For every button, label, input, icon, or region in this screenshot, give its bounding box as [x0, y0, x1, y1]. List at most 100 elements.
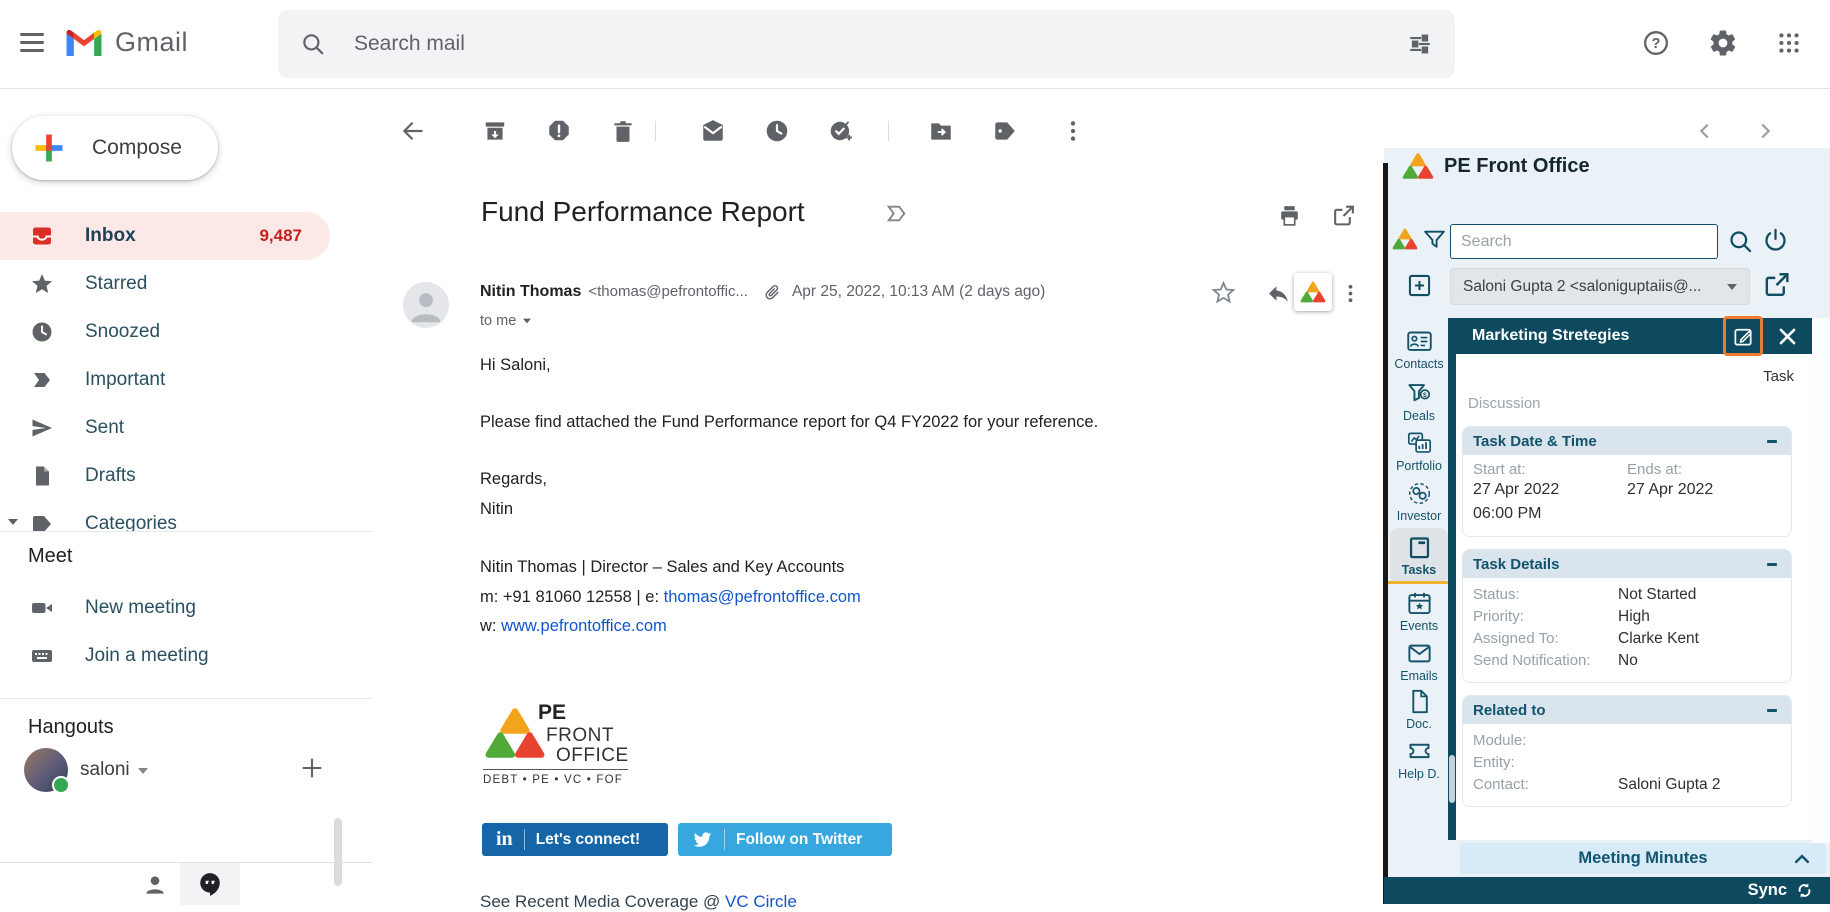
- older-email-icon[interactable]: [1754, 120, 1776, 142]
- sidebar-item-starred[interactable]: Starred: [0, 260, 330, 308]
- nav-item-events[interactable]: Events: [1388, 590, 1450, 633]
- signature-email-link[interactable]: thomas@pefrontoffice.com: [664, 588, 861, 606]
- nav-label: Contacts: [1388, 357, 1450, 371]
- nav-item-deals[interactable]: $ Deals: [1388, 380, 1450, 423]
- contact-selector[interactable]: Saloni Gupta 2 <saloniguptaiis@...: [1450, 268, 1750, 305]
- footer-link[interactable]: VC Circle: [725, 892, 797, 911]
- star-toggle-icon[interactable]: [1210, 279, 1237, 306]
- filter-icon[interactable]: [1422, 227, 1447, 252]
- pe-logo-small-icon[interactable]: [1392, 226, 1418, 252]
- sender-avatar[interactable]: [403, 282, 449, 328]
- card-title: Related to: [1473, 702, 1767, 719]
- mark-unread-icon[interactable]: [700, 118, 726, 144]
- sidebar-item-new-meeting[interactable]: New meeting: [0, 584, 330, 632]
- newer-email-icon[interactable]: [1694, 120, 1716, 142]
- delete-icon[interactable]: [610, 118, 636, 144]
- extension-search-input[interactable]: [1450, 224, 1718, 259]
- sidebar-item-important[interactable]: Important: [0, 356, 330, 404]
- apps-grid-button[interactable]: [1776, 30, 1802, 56]
- recipient-label: to me: [480, 313, 516, 329]
- nav-item-investor[interactable]: Investor: [1388, 480, 1450, 523]
- add-to-tasks-icon[interactable]: [828, 118, 854, 144]
- report-spam-icon[interactable]: [546, 118, 572, 144]
- compose-button[interactable]: Compose: [12, 116, 218, 180]
- sidebar-item-drafts[interactable]: Drafts: [0, 452, 330, 500]
- settings-button[interactable]: [1708, 28, 1738, 58]
- label-important-icon[interactable]: [884, 201, 909, 226]
- collapse-icon[interactable]: [1767, 440, 1777, 443]
- signature-web-link[interactable]: www.pefrontoffice.com: [501, 617, 667, 635]
- document-icon: [1406, 688, 1433, 715]
- panel-scrollbar-track[interactable]: [1812, 318, 1830, 843]
- recipient-row[interactable]: to me: [480, 313, 532, 329]
- portfolio-icon: [1406, 430, 1433, 457]
- panel-scrollbar-thumb[interactable]: [1449, 755, 1455, 803]
- back-arrow-icon[interactable]: [400, 118, 426, 144]
- search-bar[interactable]: [278, 10, 1455, 78]
- nav-item-contacts[interactable]: Contacts: [1388, 328, 1450, 371]
- hamburger-menu-icon[interactable]: [20, 33, 44, 52]
- collapse-icon[interactable]: [1767, 709, 1777, 712]
- edit-pencil-icon: [1732, 325, 1755, 348]
- nav-item-documents[interactable]: Doc.: [1388, 688, 1450, 731]
- card-header[interactable]: Task Date & Time: [1463, 427, 1791, 455]
- hangouts-user-name[interactable]: saloni: [80, 759, 130, 781]
- power-logout-icon[interactable]: [1762, 227, 1789, 254]
- sidebar-item-sent[interactable]: Sent: [0, 404, 330, 452]
- draft-icon: [30, 464, 54, 488]
- button-divider: [724, 829, 725, 850]
- sidebar-item-snoozed[interactable]: Snoozed: [0, 308, 330, 356]
- move-to-folder-icon[interactable]: [928, 118, 954, 144]
- edit-task-button-highlighted[interactable]: [1723, 316, 1763, 356]
- sync-icon[interactable]: [1795, 881, 1814, 900]
- linkedin-label: Let's connect!: [536, 831, 654, 849]
- search-input[interactable]: [352, 31, 1407, 57]
- snooze-icon[interactable]: [764, 118, 790, 144]
- sync-bar: Sync: [1384, 877, 1830, 904]
- collapse-icon[interactable]: [1767, 563, 1777, 566]
- sidebar-scrollbar[interactable]: [334, 818, 342, 886]
- print-icon[interactable]: [1277, 203, 1302, 228]
- close-panel-icon[interactable]: [1777, 326, 1798, 347]
- sidebar-divider: [0, 698, 372, 699]
- new-conversation-plus-icon[interactable]: [298, 754, 326, 782]
- sidebar-item-join-meeting[interactable]: Join a meeting: [0, 632, 330, 680]
- more-options-icon[interactable]: [1060, 118, 1086, 144]
- send-icon: [30, 416, 54, 440]
- selector-caret-icon: [1727, 284, 1737, 290]
- open-in-app-icon[interactable]: [1762, 270, 1791, 299]
- hangouts-user-caret-icon[interactable]: [138, 768, 148, 774]
- pe-front-office-addon-button[interactable]: [1294, 273, 1332, 311]
- hangouts-toggle[interactable]: [180, 863, 240, 905]
- open-in-new-icon[interactable]: [1331, 203, 1356, 228]
- add-record-icon[interactable]: [1406, 272, 1433, 299]
- reply-icon[interactable]: [1266, 281, 1291, 306]
- deals-icon: $: [1406, 380, 1433, 407]
- card-header[interactable]: Related to: [1463, 696, 1791, 724]
- sidebar-item-inbox[interactable]: Inbox 9,487: [0, 212, 330, 260]
- toolbar-divider: [655, 121, 656, 141]
- extension-search-icon[interactable]: [1727, 228, 1754, 255]
- help-button[interactable]: ?: [1642, 29, 1670, 57]
- card-header[interactable]: Task Details: [1463, 550, 1791, 578]
- search-options-icon[interactable]: [1407, 31, 1433, 57]
- discussion-placeholder: Discussion: [1456, 385, 1812, 412]
- hangouts-avatar[interactable]: [24, 748, 68, 792]
- search-icon[interactable]: [300, 31, 326, 57]
- label-icon[interactable]: [992, 118, 1018, 144]
- meeting-minutes-bar[interactable]: Meeting Minutes: [1460, 843, 1826, 874]
- contacts-toggle-icon[interactable]: [142, 872, 168, 898]
- signature-mobile: m: +91 81060 12558 | e:: [480, 588, 664, 606]
- nav-item-portfolio[interactable]: Portfolio: [1388, 430, 1450, 473]
- archive-icon[interactable]: [482, 118, 508, 144]
- message-more-icon[interactable]: [1338, 281, 1363, 306]
- gmail-logo[interactable]: Gmail: [63, 26, 188, 58]
- card-title: Task Date & Time: [1473, 433, 1767, 450]
- twitter-button[interactable]: Follow on Twitter: [678, 823, 892, 856]
- categories-expand-icon[interactable]: [8, 519, 18, 525]
- nav-item-emails[interactable]: Emails: [1388, 640, 1450, 683]
- footer-text: See Recent Media Coverage @: [480, 892, 725, 911]
- nav-item-tasks-active[interactable]: Tasks: [1390, 528, 1448, 584]
- nav-item-help-desk[interactable]: Help D.: [1388, 738, 1450, 781]
- linkedin-button[interactable]: in Let's connect!: [482, 823, 668, 856]
